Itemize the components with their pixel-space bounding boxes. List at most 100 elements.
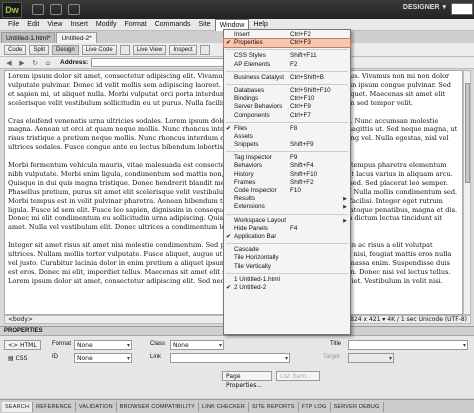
title-input[interactable] [348,340,468,350]
class-select[interactable]: None [170,340,224,350]
menu-format[interactable]: Format [121,19,151,31]
live-view-button[interactable]: Live View [132,44,167,55]
live-code-button[interactable]: Live Code [81,44,117,55]
workspace-label: DESIGNER [402,3,440,11]
menu-insert[interactable]: Insert [66,19,92,31]
menu-item-shortcut: F8 [290,124,298,132]
browser-preview-icon[interactable] [199,44,210,55]
link-input[interactable] [170,353,290,363]
menu-item-insert[interactable]: Insert Ctrl+F2 [224,31,350,39]
validate-icon[interactable] [119,44,130,55]
menu-item-workspace-layout[interactable]: Workspace Layout ▶ [224,217,350,225]
inspect-button[interactable]: Inspect [169,44,197,55]
workspace-switcher[interactable]: DESIGNER ▾ [402,3,446,12]
checkmark-icon: ✔ [226,125,232,132]
menu-item-label: Snippets [234,141,259,149]
menu-item-code-inspector[interactable]: Code Inspector F10 [224,187,350,195]
menu-item-css-styles[interactable]: CSS Styles Shift+F11 [224,52,350,60]
menu-item-shortcut: F10 [290,187,301,194]
menu-item-label: Server Behaviors [234,103,283,111]
target-select[interactable] [348,353,394,363]
menu-item-files[interactable]: ✔ Files F8 [224,125,350,133]
menu-item-databases[interactable]: Databases Ctrl+Shift+F10 [224,87,350,95]
menu-commands[interactable]: Commands [151,19,195,31]
refresh-icon[interactable]: ↻ [30,59,40,67]
css-mode-button[interactable]: ▤ CSS [4,353,31,363]
menu-item-2-untitled-2[interactable]: ✔ 2 Untitled-2 [224,284,350,292]
menu-item-1-untitled-1-html[interactable]: 1 Untitled-1.html [224,276,350,284]
menu-item-tag-inspector[interactable]: Tag Inspector F9 [224,154,350,162]
html-icon: <> [8,342,19,349]
menu-item-hide-panels[interactable]: Hide Panels F4 [224,225,350,233]
menu-item-tile-horizontally[interactable]: Tile Horizontally [224,254,350,262]
menu-item-cascade[interactable]: Cascade [224,246,350,254]
menu-item-extensions[interactable]: Extensions ▶ [224,203,350,211]
id-label: ID [52,354,58,360]
tab-browser-compatibility[interactable]: BROWSER COMPATIBILITY [117,401,199,412]
menu-item-tile-vertically[interactable]: Tile Vertically [224,263,350,271]
layout-icon[interactable] [32,4,44,15]
tab-reference[interactable]: REFERENCE [33,401,76,412]
tab-server-debug[interactable]: SERVER DEBUG [331,401,384,412]
menu-item-properties[interactable]: ✔ Properties Ctrl+F3 [223,38,351,49]
tab-search[interactable]: SEARCH [2,401,34,412]
menu-item-server-behaviors[interactable]: Server Behaviors Ctrl+F9 [224,103,350,111]
menu-item-behaviors[interactable]: Behaviors Shift+F4 [224,162,350,170]
help-search-input[interactable] [451,3,473,15]
page-properties-button[interactable]: Page Properties... [222,371,272,389]
menu-item-label: 2 Untitled-2 [234,283,267,291]
html-mode-button[interactable]: <> HTML [4,340,41,350]
menu-item-history[interactable]: History Shift+F10 [224,171,350,179]
tag-selector[interactable]: <body> [8,316,33,323]
menu-item-snippets[interactable]: Snippets Shift+F9 [224,141,350,149]
menu-site[interactable]: Site [195,19,215,31]
address-label: Address: [60,59,89,66]
site-icon[interactable] [68,4,80,15]
tab-ftp-log[interactable]: FTP LOG [299,401,331,412]
code-view-button[interactable]: Code [4,44,27,55]
menu-file[interactable]: File [4,19,23,31]
menu-modify[interactable]: Modify [92,19,121,31]
menu-item-business-catalyst[interactable]: Business Catalyst Ctrl+Shift+B [224,74,350,82]
forward-arrow-icon[interactable]: ▶ [17,59,27,67]
scrollbar-thumb[interactable] [465,83,470,183]
menu-item-shortcut: Ctrl+F10 [290,95,315,103]
menu-item-shortcut: Ctrl+F9 [290,103,311,111]
menu-item-label: Hide Panels [234,224,268,232]
menu-item-label: Workspace Layout [234,216,287,224]
target-label: Target [323,354,340,360]
tab-site-reports[interactable]: SITE REPORTS [249,401,299,412]
menu-edit[interactable]: Edit [23,19,43,31]
menu-item-results[interactable]: Results ▶ [224,195,350,203]
design-view-button[interactable]: Design [52,44,79,55]
tab-validation[interactable]: VALIDATION [76,401,117,412]
home-icon[interactable]: ⌂ [43,59,53,67]
menu-item-label: Extensions [234,203,265,211]
split-view-button[interactable]: Split [29,44,50,55]
menu-item-application-bar[interactable]: ✔ Application Bar [224,233,350,241]
menu-item-shortcut: Shift+F2 [290,178,314,186]
checkmark-icon: ✔ [226,284,232,291]
menu-separator [226,83,348,85]
menu-item-shortcut: Ctrl+F3 [290,39,311,47]
menu-item-assets[interactable]: Assets [224,133,350,141]
menu-item-components[interactable]: Components Ctrl+F7 [224,112,350,120]
back-arrow-icon[interactable]: ◀ [4,59,14,67]
list-item-button[interactable]: List Item... [276,371,320,381]
vertical-scrollbar[interactable] [463,70,471,315]
document-tab[interactable]: Untitled-2* [56,32,97,43]
tab-link-checker[interactable]: LINK CHECKER [199,401,250,412]
extend-icon[interactable] [50,4,62,15]
menu-view[interactable]: View [43,19,66,31]
id-select[interactable]: None [74,353,132,363]
menu-item-shortcut: Shift+F10 [290,170,318,178]
format-select[interactable]: None [74,340,132,350]
title-label: Title [330,341,342,347]
menu-item-bindings[interactable]: Bindings Ctrl+F10 [224,95,350,103]
app-title-bar: Dw DESIGNER ▾ [0,0,474,19]
menu-item-frames[interactable]: Frames Shift+F2 [224,179,350,187]
menu-item-label: Cascade [234,246,259,254]
menu-item-shortcut: F4 [290,224,298,232]
menu-item-ap-elements[interactable]: AP Elements F2 [224,61,350,69]
document-tab[interactable]: Untitled-1.html* [1,32,56,43]
